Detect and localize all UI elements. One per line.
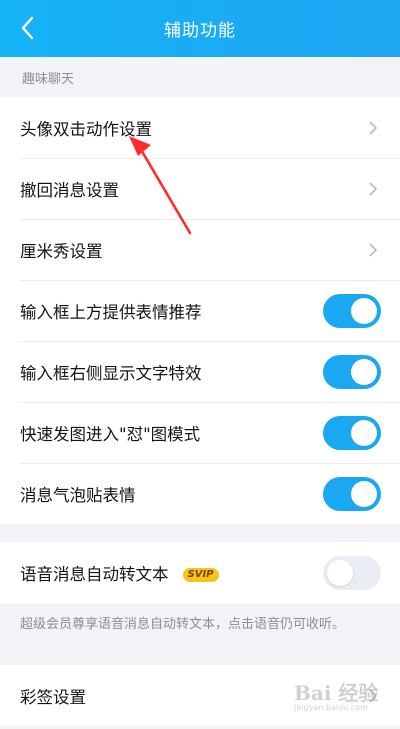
voice-to-text-toggle[interactable] <box>323 555 381 590</box>
toggle-knob <box>351 297 377 324</box>
voice-to-text-setting: 语音消息自动转文本 SVIP <box>0 542 400 603</box>
voice-to-text-label: 语音消息自动转文本 <box>20 564 169 584</box>
svip-badge: SVIP <box>182 568 219 582</box>
row-label: 厘米秀设置 <box>20 241 103 261</box>
toggle-knob <box>351 358 377 385</box>
row-label: 头像双击动作设置 <box>20 119 152 139</box>
watermark-url: jingyan.baidu.com <box>294 703 368 712</box>
recall-message-setting[interactable]: 撤回消息设置 <box>0 158 400 219</box>
bubble-sticker-toggle[interactable] <box>323 476 381 511</box>
chevron-right-icon <box>369 181 378 196</box>
text-effect-toggle[interactable] <box>323 354 381 389</box>
watermark-logo: Bai 经验 <box>294 681 379 705</box>
baidu-jingyan-watermark: Bai 经验 jingyan.baidu.com <box>280 677 392 717</box>
voice-settings-group: 语音消息自动转文本 SVIP <box>0 542 400 603</box>
fun-chat-settings-group: 头像双击动作设置 撤回消息设置 厘米秀设置 输入框上方提供表情推荐 输入框右侧显… <box>0 97 400 524</box>
chevron-right-icon <box>369 242 378 257</box>
chevron-right-icon <box>369 120 378 135</box>
section-header-fun-chat: 趣味聊天 <box>22 71 75 87</box>
svip-note: 超级会员尊享语音消息自动转文本，点击语音仍可收听。 <box>20 617 346 632</box>
avatar-double-tap-setting[interactable]: 头像双击动作设置 <box>0 97 400 158</box>
toggle-knob <box>351 480 377 507</box>
row-label: 撤回消息设置 <box>20 180 119 200</box>
page-title: 辅助功能 <box>164 21 236 41</box>
quick-photo-mode-toggle[interactable] <box>323 415 381 450</box>
toggle-knob <box>351 419 377 446</box>
bubble-sticker-setting: 消息气泡贴表情 <box>0 463 400 524</box>
toggle-knob <box>327 559 353 586</box>
cmshow-setting[interactable]: 厘米秀设置 <box>0 219 400 280</box>
text-effect-setting: 输入框右侧显示文字特效 <box>0 341 400 402</box>
app-header: 辅助功能 <box>0 0 400 57</box>
emoji-recommend-toggle[interactable] <box>323 293 381 328</box>
quick-photo-mode-setting: 快速发图进入"怼"图模式 <box>0 402 400 463</box>
emoji-recommend-setting: 输入框上方提供表情推荐 <box>0 280 400 341</box>
